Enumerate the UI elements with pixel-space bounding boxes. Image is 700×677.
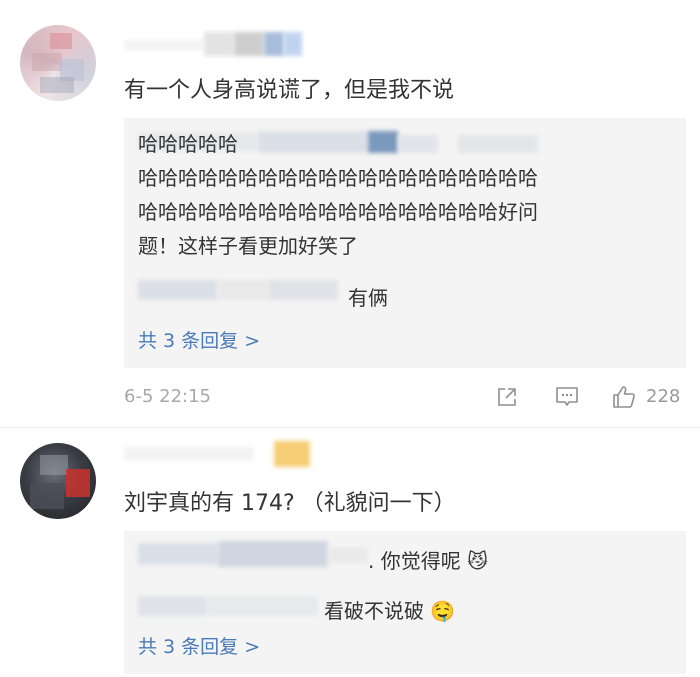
reply-text: 哈哈哈哈哈 哈哈哈哈哈哈哈哈哈哈哈哈哈哈哈哈哈哈哈哈 哈哈哈哈哈哈哈哈哈哈哈哈哈… [138,132,538,258]
comment-icon[interactable] [553,384,581,410]
avatar-pixel [40,455,68,475]
avatar[interactable] [20,443,96,519]
comment-text: 刘宇真的有 174? （礼貌问一下） [124,491,456,516]
avatar-pixel [50,33,72,49]
drooling-emoji-icon: 🤤 [430,599,456,623]
reply-text: . 你觉得呢 😼 [368,545,488,574]
replies-container[interactable]: . 你觉得呢 😼 看破不说破 🤤 共 3 条回复 > [124,531,686,674]
more-replies-link[interactable]: 共 3 条回复 > [138,326,260,353]
comment-text: 有一个人身高说谎了，但是我不说 [124,78,455,103]
share-icon[interactable] [494,384,520,410]
cat-smirk-emoji-icon: 😼 [467,549,488,573]
reply-text-content: 看破不说破 [324,599,424,623]
avatar-pixel [30,483,64,509]
comment-feed: 有一个人身高说谎了，但是我不说 哈哈哈哈哈 哈哈哈哈哈哈哈哈哈哈哈哈哈哈哈哈哈哈… [0,0,700,677]
avatar-pixel [32,53,62,71]
replies-container[interactable]: 哈哈哈哈哈 哈哈哈哈哈哈哈哈哈哈哈哈哈哈哈哈哈哈哈哈 哈哈哈哈哈哈哈哈哈哈哈哈哈… [124,118,686,368]
avatar[interactable] [20,25,96,101]
thumbs-up-icon[interactable] [609,382,639,412]
avatar-pixel [66,469,90,497]
username-blurred[interactable] [124,32,304,56]
reply-username-blurred[interactable] [138,278,348,302]
divider [0,427,700,428]
reply-username-blurred[interactable] [138,541,368,567]
username-blurred[interactable] [124,441,324,467]
like-count: 228 [646,386,681,407]
reply-text-content: . 你觉得呢 [368,549,461,573]
more-replies-link[interactable]: 共 3 条回复 > [138,632,260,659]
reply-text: 看破不说破 🤤 [324,595,455,624]
comment-timestamp: 6-5 22:15 [124,386,211,407]
reply-text: 有俩 [348,286,388,310]
reply-username-blurred[interactable] [138,594,338,618]
avatar-pixel [40,77,74,93]
